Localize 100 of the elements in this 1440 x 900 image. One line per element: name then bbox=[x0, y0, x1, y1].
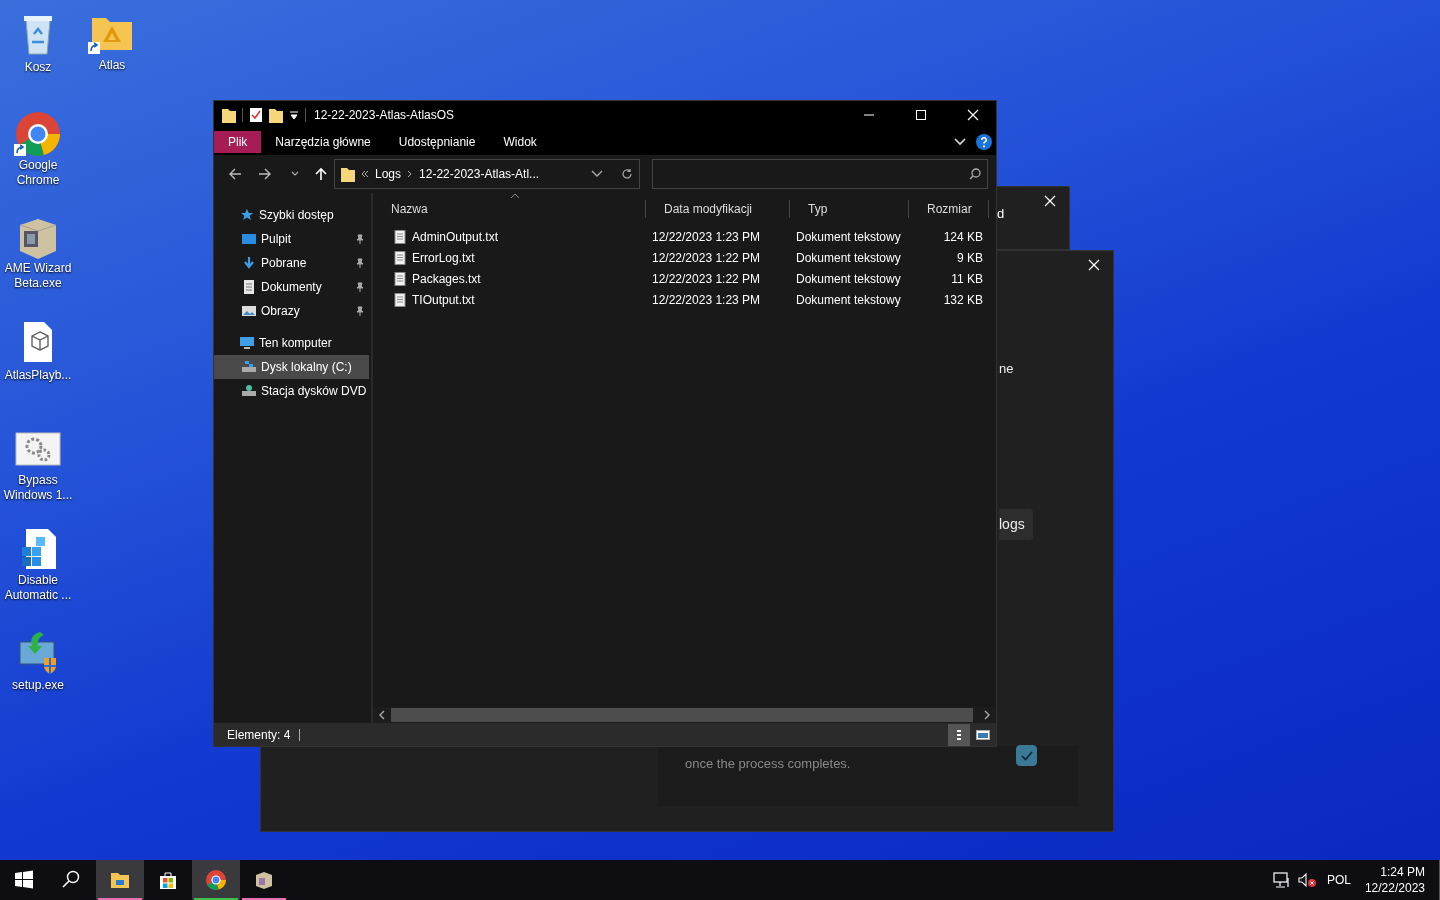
nav-item[interactable]: Dysk lokalny (C:) bbox=[214, 355, 369, 379]
icon-label[interactable]: Bypass Windows 1... bbox=[0, 473, 76, 503]
forward-arrow-icon bbox=[258, 167, 272, 181]
list-view-icon bbox=[956, 728, 962, 741]
nav-item[interactable]: Dokumenty bbox=[214, 275, 369, 299]
nav-label: Dysk lokalny (C:) bbox=[261, 359, 352, 376]
checkbox[interactable] bbox=[1016, 745, 1037, 766]
dropdown-icon bbox=[590, 170, 603, 178]
dropdown-icon bbox=[289, 110, 299, 120]
chrome-icon bbox=[206, 870, 226, 890]
star-icon bbox=[240, 208, 254, 222]
file-name: TIOutput.txt bbox=[412, 291, 475, 309]
nav-label: Dokumenty bbox=[261, 279, 322, 296]
text-file-icon bbox=[394, 271, 406, 286]
properties-icon bbox=[249, 107, 263, 123]
table-cell-text: Dokument tekstowy bbox=[795, 270, 902, 288]
nav-label: Ten komputer bbox=[259, 335, 332, 352]
table-cell-text: 12/22/2023 1:22 PM bbox=[651, 270, 762, 288]
nav-item[interactable]: Pobrane bbox=[214, 251, 369, 275]
status-text: Elementy: 4 bbox=[227, 726, 291, 744]
taskbar-app[interactable] bbox=[96, 860, 144, 900]
icon-label[interactable]: Disable Automatic ... bbox=[0, 573, 76, 603]
pictures-icon bbox=[242, 304, 256, 318]
file-row[interactable]: ErrorLog.txt 12/22/2023 1:22 PM Dokument tekstowy 9 KB bbox=[373, 247, 996, 268]
date-text: 12/22/2023 bbox=[1364, 880, 1425, 896]
table-cell-text: Dokument tekstowy bbox=[795, 228, 902, 246]
note-text: once the process completes. bbox=[685, 755, 851, 773]
table-cell-text: 12/22/2023 1:23 PM bbox=[651, 291, 762, 309]
column-header[interactable]: Data modyfikacji bbox=[646, 200, 790, 218]
table-cell-text: 124 KB bbox=[942, 228, 983, 246]
box-icon bbox=[254, 870, 274, 890]
file-row[interactable]: AdminOutput.txt 12/22/2023 1:23 PM Dokument tekstowy 124 KB bbox=[373, 226, 996, 247]
sort-icon bbox=[510, 193, 520, 199]
file-name: AdminOutput.txt bbox=[412, 228, 499, 246]
breadcrumb-item[interactable]: Logs bbox=[375, 165, 402, 183]
dialog-text: ne bbox=[999, 360, 1014, 378]
network-icon bbox=[1272, 872, 1291, 888]
ribbon-tab[interactable]: Narzędzia główne bbox=[261, 131, 385, 153]
nav-item[interactable]: Ten komputer bbox=[214, 331, 371, 355]
icon-label[interactable]: Atlas bbox=[98, 58, 126, 73]
close-icon bbox=[967, 109, 979, 121]
ribbon-tab[interactable]: Plik bbox=[214, 131, 262, 153]
nav-item[interactable]: Stacja dysków DVD bbox=[214, 379, 369, 403]
chevron-icon bbox=[407, 170, 414, 178]
expand-icon bbox=[954, 138, 966, 146]
nav-label: Pobrane bbox=[261, 255, 307, 272]
refresh-icon bbox=[620, 168, 633, 180]
logs-button[interactable]: logs bbox=[999, 509, 1033, 540]
nav-item[interactable]: Obrazy bbox=[214, 299, 369, 323]
table-cell-text: 11 KB bbox=[950, 270, 983, 288]
close-icon bbox=[1044, 195, 1056, 207]
breadcrumb-item[interactable]: 12-22-2023-Atlas-Atl... bbox=[419, 165, 540, 183]
ribbon-tab[interactable]: Udostępnianie bbox=[384, 131, 490, 153]
nav-label: Obrazy bbox=[261, 303, 300, 320]
clock[interactable]: 1:24 PM 12/22/2023 bbox=[1364, 864, 1425, 896]
file-row[interactable]: Packages.txt 12/22/2023 1:22 PM Dokument tekstowy 11 KB bbox=[373, 268, 996, 289]
nav-item[interactable]: Szybki dostęp bbox=[214, 203, 371, 227]
nav-item[interactable]: Pulpit bbox=[214, 227, 369, 251]
icon-label[interactable]: AtlasPlayb... bbox=[4, 368, 72, 383]
address-bar[interactable]: Logs 12-22-2023-Atlas-Atl... bbox=[334, 159, 640, 189]
scroll-right-icon bbox=[983, 710, 991, 720]
text-file-icon bbox=[394, 229, 406, 244]
maximize-icon bbox=[915, 109, 927, 121]
search-icon bbox=[62, 870, 82, 890]
language-indicator[interactable]: POL bbox=[1326, 871, 1351, 889]
icon-label[interactable]: setup.exe bbox=[11, 678, 64, 693]
close-icon bbox=[1088, 259, 1100, 271]
scrollbar-thumb[interactable] bbox=[391, 708, 973, 722]
table-cell-text: 12/22/2023 1:22 PM bbox=[651, 249, 762, 267]
folder-icon bbox=[222, 107, 236, 123]
up-arrow-icon bbox=[314, 167, 328, 181]
ribbon-tab[interactable]: Widok bbox=[489, 131, 551, 153]
search-icon bbox=[969, 168, 981, 180]
nav-label: Szybki dostęp bbox=[259, 207, 334, 224]
scroll-left-icon bbox=[378, 710, 386, 720]
picture-view-icon bbox=[976, 729, 990, 740]
window-title: 12-22-2023-Atlas-AtlasOS bbox=[314, 107, 455, 124]
file-row[interactable]: TIOutput.txt 12/22/2023 1:23 PM Dokument tekstowy 132 KB bbox=[373, 289, 996, 310]
table-cell-text: 9 KB bbox=[956, 249, 983, 267]
folder-icon bbox=[269, 107, 283, 123]
help-icon bbox=[976, 134, 992, 150]
muted-speaker-icon bbox=[1296, 872, 1317, 888]
taskbar-app[interactable] bbox=[192, 860, 240, 900]
disc-drive-icon bbox=[242, 384, 256, 398]
file-name: Packages.txt bbox=[412, 270, 481, 288]
column-header[interactable]: Nazwa bbox=[373, 200, 646, 218]
column-header[interactable]: Typ bbox=[790, 200, 909, 218]
shopping-bag-icon bbox=[158, 870, 178, 890]
icon-label[interactable]: AME Wizard Beta.exe bbox=[0, 261, 76, 291]
table-cell-text: Dokument tekstowy bbox=[795, 291, 902, 309]
details-view-button[interactable] bbox=[948, 723, 970, 746]
table-cell-text: 132 KB bbox=[942, 291, 983, 309]
computer-icon bbox=[240, 336, 254, 350]
nav-label: Pulpit bbox=[261, 231, 292, 248]
icon-label[interactable]: Google Chrome bbox=[0, 158, 76, 188]
column-header[interactable]: Rozmiar bbox=[909, 200, 989, 218]
folder-icon bbox=[110, 870, 130, 890]
search-field[interactable] bbox=[651, 159, 988, 189]
icon-label[interactable]: Kosz bbox=[24, 60, 52, 75]
nav-label: Stacja dysków DVD bbox=[261, 383, 367, 400]
